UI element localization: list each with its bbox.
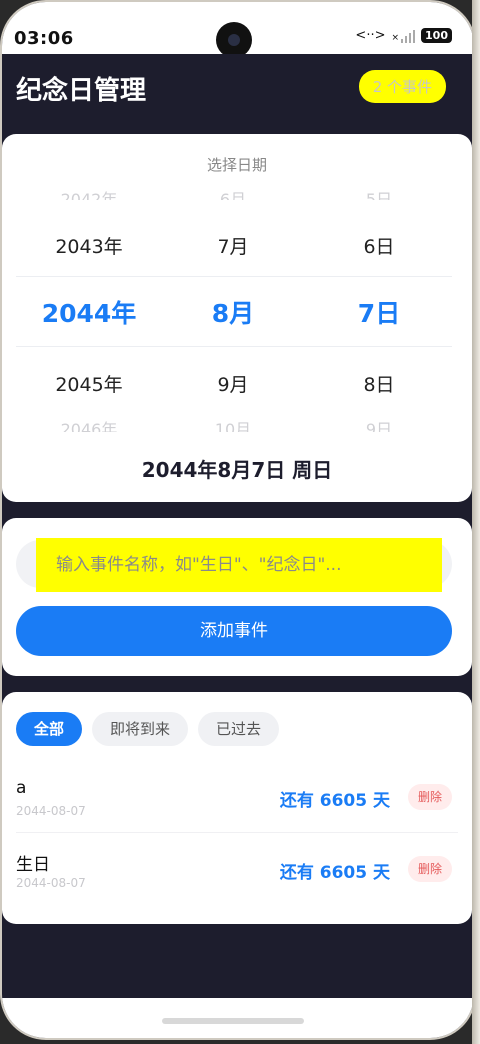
event-name-input[interactable] (36, 538, 442, 592)
year-option[interactable]: 2045年 (14, 370, 164, 397)
event-name: 生日 (16, 855, 50, 875)
battery-icon: 100 (421, 28, 452, 43)
clock: 03:06 (14, 28, 74, 49)
home-indicator[interactable] (162, 1018, 304, 1024)
event-name: a (16, 778, 27, 798)
event-countdown: 还有 6605 天 (279, 863, 390, 883)
app-header: 纪念日管理 2 个事件 (2, 54, 474, 130)
delete-button[interactable]: 删除 (407, 856, 452, 882)
day-option[interactable]: 9日 (308, 416, 450, 432)
event-countdown: 还有 6605 天 (279, 791, 390, 811)
event-date: 2044-08-07 (16, 876, 86, 890)
gesture-bar-area (2, 998, 474, 1038)
list-item[interactable]: 生日 2044-08-07 还有 6605 天 删除 (2, 850, 472, 920)
day-wheel[interactable]: 5日 6日 7日 8日 9日 (308, 134, 450, 434)
day-option[interactable]: 5日 (308, 186, 450, 200)
month-option-selected[interactable]: 8月 (162, 294, 304, 330)
year-option[interactable]: 2046年 (14, 416, 164, 432)
selected-date-summary: 2044年8月7日 周日 (141, 458, 333, 482)
day-option[interactable]: 8日 (308, 370, 450, 397)
event-list-card: 全部 即将到来 已过去 a 2044-08-07 还有 6605 天 删除 生日… (2, 692, 472, 924)
month-option[interactable]: 6月 (162, 186, 304, 200)
date-picker-card: 选择日期 2042年 2043年 2044年 2045年 2046年 6月 7月… (2, 134, 472, 502)
month-option[interactable]: 10月 (162, 416, 304, 432)
status-icons: <··> × 100 (355, 28, 452, 43)
month-wheel[interactable]: 6月 7月 8月 9月 10月 (162, 134, 304, 434)
month-option[interactable]: 9月 (162, 370, 304, 397)
status-bar: 03:06 <··> × 100 (2, 2, 474, 58)
year-option[interactable]: 2042年 (14, 186, 164, 200)
device-frame-edge (472, 0, 480, 1044)
year-option-selected[interactable]: 2044年 (14, 294, 164, 330)
day-option[interactable]: 6日 (308, 232, 450, 259)
event-name-field (16, 538, 452, 592)
event-date: 2044-08-07 (16, 804, 86, 818)
event-count-badge: 2 个事件 (358, 70, 446, 103)
network-icon: <··> (355, 28, 386, 43)
signal-mark: × (391, 32, 400, 43)
year-wheel[interactable]: 2042年 2043年 2044年 2045年 2046年 (14, 134, 164, 434)
tab-all[interactable]: 全部 (16, 712, 83, 746)
front-camera (216, 22, 252, 58)
year-option[interactable]: 2043年 (14, 232, 164, 259)
signal-icon: × (391, 29, 416, 43)
page-title: 纪念日管理 (16, 76, 147, 106)
phone-screen: 03:06 <··> × 100 纪念日管理 2 个事件 选择日期 2042年 … (0, 0, 476, 1040)
row-divider (16, 832, 458, 833)
tab-upcoming[interactable]: 即将到来 (92, 712, 189, 746)
month-option[interactable]: 7月 (162, 232, 304, 259)
add-event-button[interactable]: 添加事件 (16, 606, 452, 656)
tab-past[interactable]: 已过去 (198, 712, 280, 746)
delete-button[interactable]: 删除 (407, 784, 452, 810)
day-option-selected[interactable]: 7日 (308, 294, 450, 330)
list-item[interactable]: a 2044-08-07 还有 6605 天 删除 (2, 778, 472, 848)
add-event-card: 添加事件 (2, 518, 472, 676)
filter-tabs: 全部 即将到来 已过去 (16, 712, 280, 746)
